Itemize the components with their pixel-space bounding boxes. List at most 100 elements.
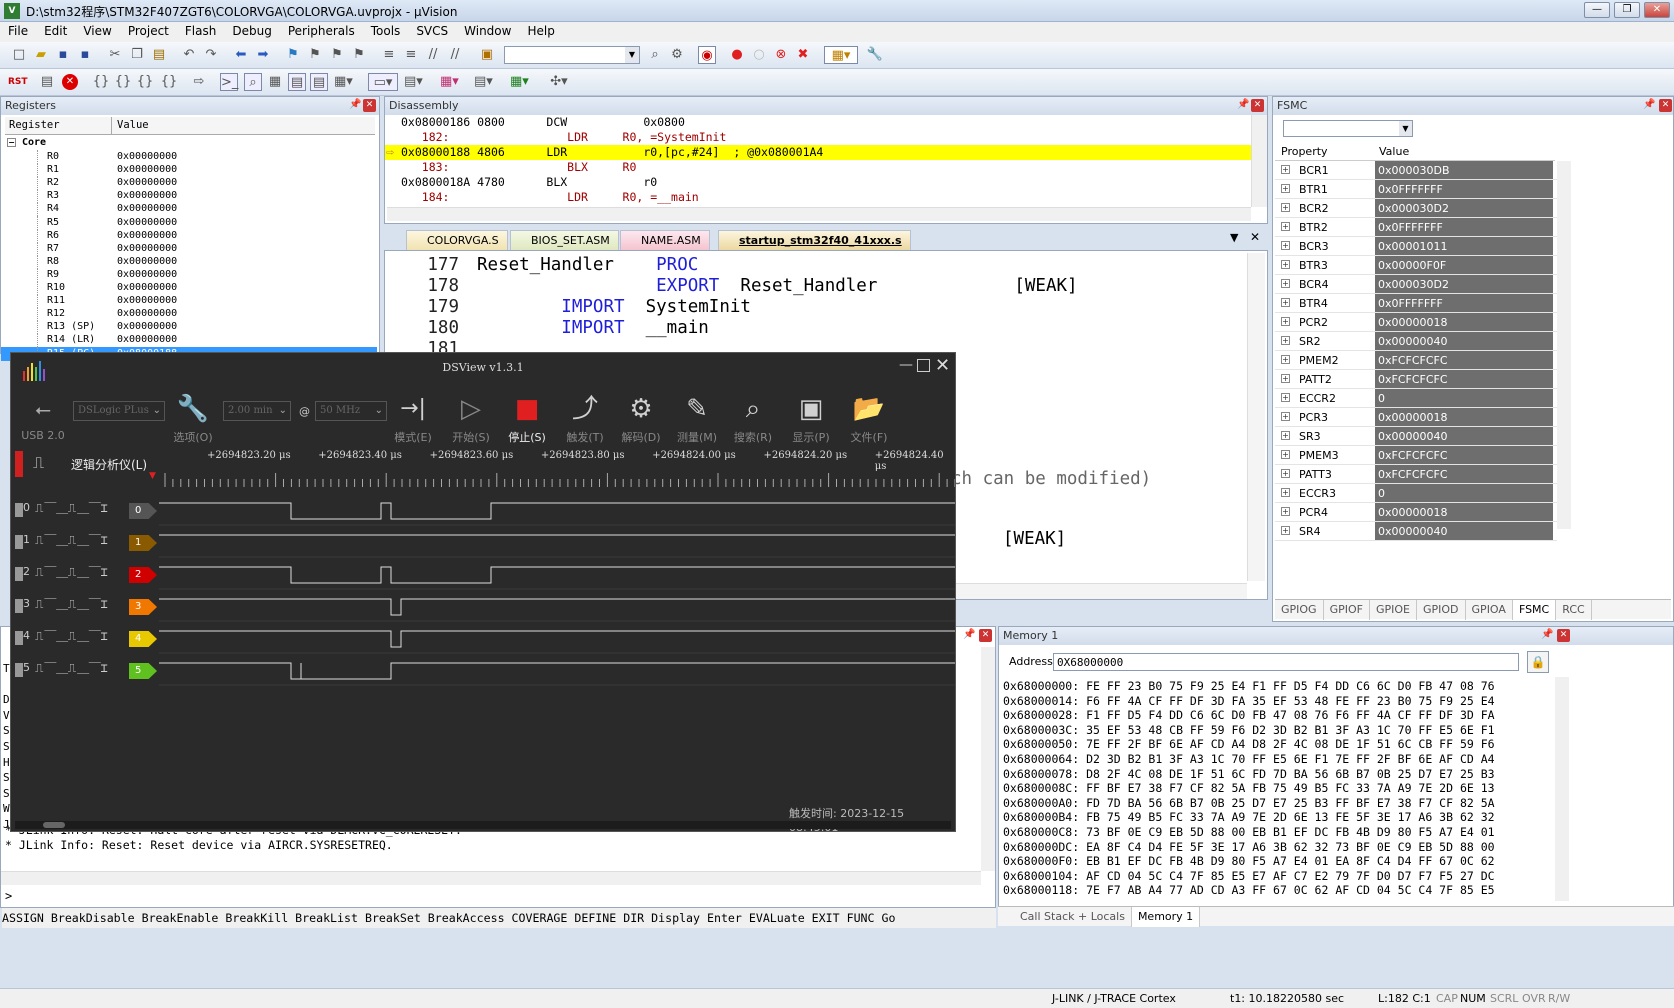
- tab-gpiod[interactable]: GPIOD: [1417, 600, 1466, 620]
- trigger-type-icons[interactable]: ⎍⎺⎽⎍⎽⎺⌶: [35, 661, 109, 676]
- reset-icon[interactable]: RST: [8, 73, 28, 91]
- expand-icon[interactable]: +: [1281, 184, 1290, 193]
- close-icon[interactable]: ✕: [1659, 99, 1672, 112]
- disable-breakpoint-icon[interactable]: ⊗: [772, 46, 790, 64]
- analysis-window-icon[interactable]: ▦▾: [440, 73, 459, 91]
- expand-icon[interactable]: +: [1281, 450, 1290, 459]
- pin-icon[interactable]: 📌: [1643, 99, 1655, 110]
- command-input[interactable]: [15, 887, 975, 905]
- tab-call-stack[interactable]: Call Stack + Locals: [998, 907, 1132, 927]
- trigger-type-icons[interactable]: ⎍⎺⎽⎍⎽⎺⌶: [35, 533, 109, 548]
- fsmc-scrollbar[interactable]: [1557, 161, 1571, 529]
- fsmc-reg-value[interactable]: 0xFCFCFCFC: [1375, 370, 1553, 388]
- next-bookmark-icon[interactable]: ⚑: [328, 46, 346, 64]
- expand-icon[interactable]: +: [1281, 298, 1290, 307]
- channel-handle[interactable]: [15, 503, 23, 517]
- fsmc-row[interactable]: + PATT2 0xFCFCFCFC: [1275, 370, 1557, 389]
- expand-icon[interactable]: +: [1281, 355, 1290, 364]
- fsmc-row[interactable]: + BCR3 0x00001011: [1275, 237, 1557, 256]
- trace-window-icon[interactable]: ▤▾: [474, 73, 493, 91]
- restore-button[interactable]: ❐: [1614, 2, 1640, 18]
- stop-icon[interactable]: ✕: [62, 74, 78, 90]
- fsmc-row[interactable]: + ECCR3 0: [1275, 484, 1557, 503]
- pin-icon[interactable]: 📌: [1541, 629, 1553, 640]
- expand-icon[interactable]: +: [1281, 336, 1290, 345]
- fsmc-row[interactable]: + BCR2 0x000030D2: [1275, 199, 1557, 218]
- fsmc-reg-value[interactable]: 0x000030D2: [1375, 199, 1553, 217]
- register-group-core[interactable]: − Core: [7, 136, 46, 150]
- open-file-icon[interactable]: ▰: [32, 46, 50, 64]
- waveforms[interactable]: [159, 495, 955, 695]
- menu-peripherals[interactable]: Peripherals: [280, 22, 363, 40]
- fsmc-row[interactable]: + ECCR2 0: [1275, 389, 1557, 408]
- symbols-window-icon[interactable]: ▦: [266, 73, 284, 91]
- register-row[interactable]: R2 0x00000000: [1, 176, 377, 191]
- call-stack-icon[interactable]: ▤: [310, 73, 328, 91]
- fsmc-row[interactable]: + BTR1 0x0FFFFFFF: [1275, 180, 1557, 199]
- register-row[interactable]: R14 (LR) 0x00000000: [1, 333, 377, 348]
- indent-icon[interactable]: ≡: [380, 46, 398, 64]
- fsmc-reg-value[interactable]: 0xFCFCFCFC: [1375, 465, 1553, 483]
- fsmc-reg-value[interactable]: 0x0FFFFFFF: [1375, 294, 1553, 312]
- tab-gpioe[interactable]: GPIOE: [1370, 600, 1417, 620]
- expand-icon[interactable]: +: [1281, 374, 1290, 383]
- trigger-type-icons[interactable]: ⎍⎺⎽⎍⎽⎺⌶: [35, 565, 109, 580]
- step-over-icon[interactable]: {}: [114, 73, 132, 91]
- memory-scrollbar[interactable]: [1555, 677, 1569, 901]
- menu-tools[interactable]: Tools: [363, 22, 409, 40]
- save-icon[interactable]: ▪: [54, 46, 72, 64]
- expand-icon[interactable]: +: [1281, 488, 1290, 497]
- expand-icon[interactable]: +: [1281, 393, 1290, 402]
- expand-icon[interactable]: +: [1281, 469, 1290, 478]
- menu-window[interactable]: Window: [456, 22, 519, 40]
- register-row[interactable]: R7 0x00000000: [1, 241, 377, 256]
- pin-icon[interactable]: 📌: [349, 99, 361, 110]
- find-icon[interactable]: ⌕: [646, 46, 664, 64]
- fsmc-reg-value[interactable]: 0x00000018: [1375, 313, 1553, 331]
- bookmark-icon[interactable]: ⚑: [284, 46, 302, 64]
- tab-gpiof[interactable]: GPIOF: [1324, 600, 1370, 620]
- menu-debug[interactable]: Debug: [224, 22, 279, 40]
- serial-window-icon[interactable]: ▤▾: [404, 73, 423, 91]
- trigger-type-icons[interactable]: ⎍⎺⎽⎍⎽⎺⌶: [35, 501, 109, 516]
- close-icon[interactable]: ✕: [979, 629, 992, 642]
- tab-bios-set[interactable]: BIOS_SET.ASM: [510, 230, 619, 250]
- channel-handle[interactable]: [15, 535, 23, 549]
- disassembly-row[interactable]: 184: LDR R0, =__main: [385, 190, 1251, 205]
- minimize-button[interactable]: —: [1584, 2, 1610, 18]
- command-scrollbar[interactable]: [981, 647, 995, 871]
- prev-bookmark-icon[interactable]: ⚑: [306, 46, 324, 64]
- register-row[interactable]: R8 0x00000000: [1, 254, 377, 269]
- fsmc-row[interactable]: + BCR4 0x000030D2: [1275, 275, 1557, 294]
- code-area[interactable]: 177 Reset_Handler PROC 178 EXPORT Reset_Ha…: [389, 255, 1249, 360]
- run-to-cursor-icon[interactable]: {}: [160, 73, 178, 91]
- unindent-icon[interactable]: ≡: [402, 46, 420, 64]
- register-row[interactable]: R5 0x00000000: [1, 215, 377, 230]
- register-row[interactable]: R6 0x00000000: [1, 228, 377, 243]
- tab-gpiog[interactable]: GPIOG: [1275, 600, 1324, 620]
- pin-icon[interactable]: 📌: [1237, 99, 1249, 110]
- find-combo[interactable]: ▼: [504, 46, 640, 64]
- fsmc-row[interactable]: + SR4 0x00000040: [1275, 522, 1557, 541]
- fsmc-row[interactable]: + SR3 0x00000040: [1275, 427, 1557, 446]
- command-hscrollbar[interactable]: [1, 871, 981, 885]
- expand-icon[interactable]: +: [1281, 526, 1290, 535]
- expand-icon[interactable]: +: [1281, 412, 1290, 421]
- undo-icon[interactable]: ↶: [180, 46, 198, 64]
- close-icon[interactable]: ✕: [1557, 629, 1570, 642]
- fsmc-reg-value[interactable]: 0x0FFFFFFF: [1375, 218, 1553, 236]
- tab-colorvga[interactable]: COLORVGA.S: [406, 230, 508, 250]
- new-file-icon[interactable]: □: [10, 46, 28, 64]
- trigger-type-icons[interactable]: ⎍⎺⎽⎍⎽⎺⌶: [35, 597, 109, 612]
- configure-icon[interactable]: 🔧: [866, 46, 884, 64]
- tab-gpioa[interactable]: GPIOA: [1466, 600, 1513, 620]
- uncomment-icon[interactable]: //: [446, 46, 464, 64]
- close-icon[interactable]: ✕: [1251, 99, 1264, 112]
- register-row[interactable]: R11 0x00000000: [1, 294, 377, 309]
- fsmc-reg-value[interactable]: 0x00000018: [1375, 503, 1553, 521]
- expand-icon[interactable]: +: [1281, 260, 1290, 269]
- fsmc-reg-value[interactable]: 0x000030DB: [1375, 161, 1553, 179]
- register-row[interactable]: R3 0x00000000: [1, 189, 377, 204]
- disassembly-row[interactable]: 182: LDR R0, =SystemInit: [385, 130, 1251, 145]
- menu-edit[interactable]: Edit: [36, 22, 75, 40]
